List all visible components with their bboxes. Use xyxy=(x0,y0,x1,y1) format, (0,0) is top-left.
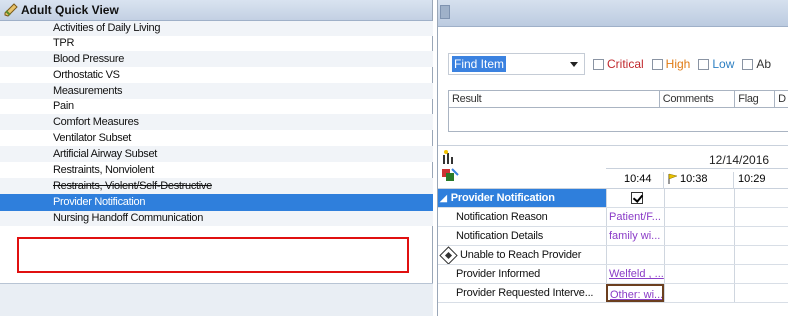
grid-header: 12/14/2016 10:44 10:38 10:29 xyxy=(438,147,788,189)
band-list: Activities of Daily Living TPR Blood Pre… xyxy=(0,21,433,226)
band-item-orthostatic[interactable]: Orthostatic VS xyxy=(0,67,433,83)
critical-checkbox[interactable]: Critical xyxy=(593,57,644,71)
flowsheet-tools-icon[interactable] xyxy=(440,149,460,185)
result-table-header: Result Comments Flag D xyxy=(449,91,788,108)
left-footer xyxy=(0,283,433,316)
collapse-triangle-icon[interactable]: ◢ xyxy=(440,193,447,203)
time-column-3[interactable]: 10:29 xyxy=(738,172,788,189)
empty-cell[interactable] xyxy=(734,189,788,207)
empty-cell[interactable] xyxy=(664,227,734,245)
time-column-1[interactable]: 10:44 xyxy=(606,172,664,189)
band-item-blood-pressure[interactable]: Blood Pressure xyxy=(0,51,433,67)
table-row[interactable]: Notification Reason Patient/F... xyxy=(438,208,788,227)
result-table: Result Comments Flag D xyxy=(448,90,788,132)
high-label: High xyxy=(665,57,691,71)
column-header-d[interactable]: D xyxy=(775,91,788,107)
find-item-value: Find Item xyxy=(452,56,507,72)
empty-cell[interactable] xyxy=(734,227,788,245)
row-label: Notification Reason xyxy=(456,211,548,223)
checkbox-box[interactable] xyxy=(698,58,710,70)
flowsheet-grid: 12/14/2016 10:44 10:38 10:29 ◢ Provider N… xyxy=(438,147,788,303)
row-value-active[interactable]: Other: wi... xyxy=(606,284,664,302)
low-label: Low xyxy=(712,57,735,71)
checkbox-box[interactable] xyxy=(593,58,604,70)
row-label-with-icon: Unable to Reach Provider xyxy=(438,246,606,264)
find-item-dropdown[interactable]: Find Item xyxy=(448,53,585,75)
empty-cell[interactable] xyxy=(734,265,788,283)
divider xyxy=(438,145,788,146)
collapse-button[interactable] xyxy=(440,5,450,19)
section-checkbox-cell[interactable] xyxy=(606,189,664,207)
column-header-result[interactable]: Result xyxy=(449,91,660,107)
checkbox-box[interactable] xyxy=(651,58,663,70)
high-checkbox[interactable]: High xyxy=(651,57,691,71)
row-label: Provider Requested Interve... xyxy=(456,287,594,299)
empty-cell[interactable] xyxy=(734,284,788,302)
empty-cell[interactable] xyxy=(734,208,788,226)
quick-view-header[interactable]: Adult Quick View xyxy=(0,0,432,21)
empty-cell[interactable] xyxy=(664,265,734,283)
diamond-icon xyxy=(439,246,458,264)
checkbox-box[interactable] xyxy=(742,58,754,70)
band-item-adl[interactable]: Activities of Daily Living xyxy=(0,21,433,36)
row-label: Unable to Reach Provider xyxy=(460,249,582,261)
row-label: Notification Details xyxy=(456,230,544,242)
column-header-comments[interactable]: Comments xyxy=(660,91,736,107)
empty-cell[interactable] xyxy=(734,246,788,264)
abnormal-checkbox[interactable]: Ab xyxy=(742,57,771,71)
band-item-comfort[interactable]: Comfort Measures xyxy=(0,114,433,130)
band-item-airway[interactable]: Artificial Airway Subset xyxy=(0,146,433,162)
band-item-restraints-nonviolent[interactable]: Restraints, Nonviolent xyxy=(0,162,433,178)
section-row-provider-notification[interactable]: ◢ Provider Notification xyxy=(438,189,788,208)
flag-icon xyxy=(668,173,678,185)
right-panel: Find Item Critical High Low Ab Result Co… xyxy=(437,0,788,316)
quick-view-title: Adult Quick View xyxy=(21,3,119,17)
band-item-handoff[interactable]: Nursing Handoff Communication xyxy=(0,211,433,226)
abnormal-label: Ab xyxy=(756,57,772,71)
band-item-measurements[interactable]: Measurements xyxy=(0,83,433,99)
table-row[interactable]: Provider Requested Interve... Other: wi.… xyxy=(438,284,788,303)
band-item-restraints-violent[interactable]: Restraints, Violent/Self-Destructive xyxy=(0,178,433,194)
table-row[interactable]: Unable to Reach Provider xyxy=(438,246,788,265)
right-titlebar xyxy=(438,0,788,27)
row-value[interactable]: Patient/F... xyxy=(606,208,664,226)
pencil-icon xyxy=(4,3,18,17)
grid-date: 12/14/2016 xyxy=(709,153,770,167)
row-value[interactable]: Welfeld , ... xyxy=(606,265,664,283)
chevron-down-icon[interactable] xyxy=(570,62,578,67)
time-columns: 10:44 10:38 10:29 xyxy=(606,168,788,189)
row-label: Provider Informed xyxy=(456,268,541,280)
highlight-box xyxy=(17,237,409,273)
table-row[interactable]: Provider Informed Welfeld , ... xyxy=(438,265,788,284)
checkbox-checked[interactable] xyxy=(630,192,643,204)
column-header-flag[interactable]: Flag xyxy=(735,91,776,107)
filter-row: Find Item Critical High Low Ab xyxy=(448,53,771,75)
section-title: Provider Notification xyxy=(450,192,555,204)
empty-cell[interactable] xyxy=(664,284,734,302)
band-item-ventilator[interactable]: Ventilator Subset xyxy=(0,130,433,146)
row-value[interactable]: family wi... xyxy=(606,227,664,245)
low-checkbox[interactable]: Low xyxy=(698,57,734,71)
row-value[interactable] xyxy=(606,246,664,264)
left-panel: Adult Quick View Activities of Daily Liv… xyxy=(0,0,433,316)
time-column-2[interactable]: 10:38 xyxy=(680,172,734,189)
section-label: ◢ Provider Notification xyxy=(438,189,606,207)
empty-cell[interactable] xyxy=(664,208,734,226)
empty-cell[interactable] xyxy=(664,246,734,264)
band-item-pain[interactable]: Pain xyxy=(0,99,433,114)
critical-label: Critical xyxy=(607,57,644,71)
table-row[interactable]: Notification Details family wi... xyxy=(438,227,788,246)
band-item-tpr[interactable]: TPR xyxy=(0,36,433,51)
band-item-provider-notification[interactable]: Provider Notification xyxy=(0,194,433,211)
empty-cell[interactable] xyxy=(664,189,734,207)
